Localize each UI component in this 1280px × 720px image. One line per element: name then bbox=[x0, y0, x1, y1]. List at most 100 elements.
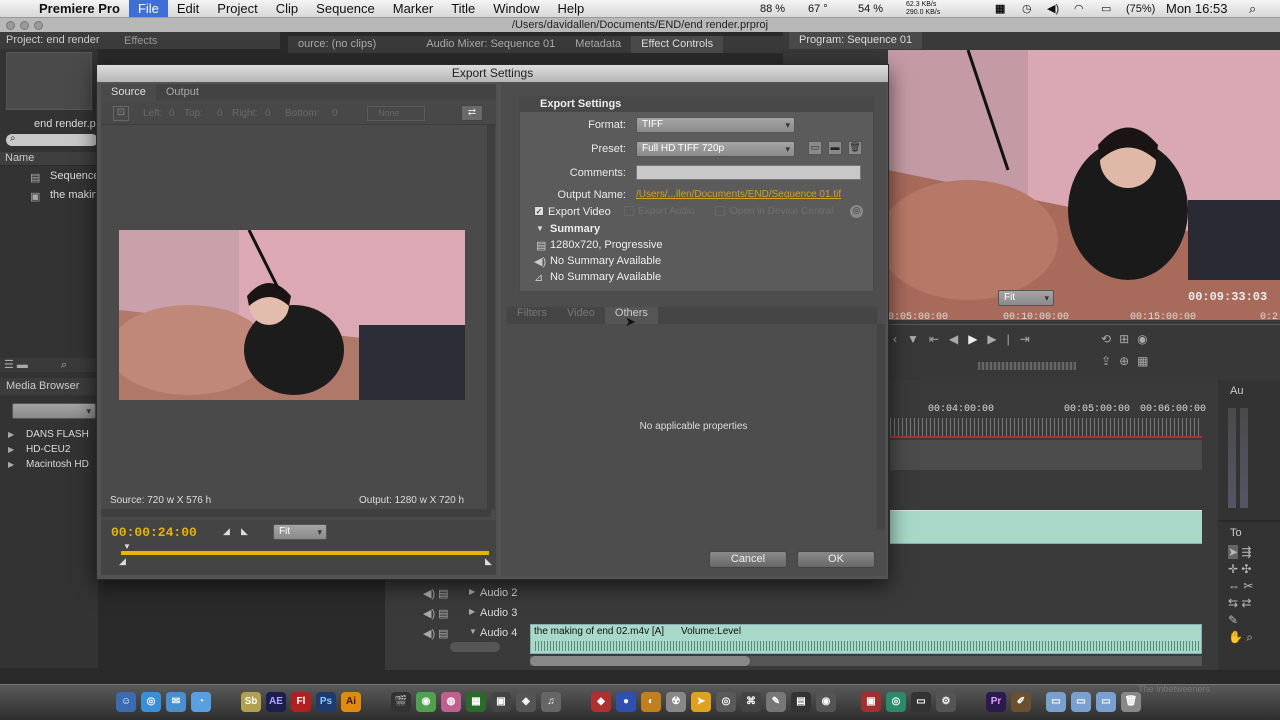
ok-button[interactable]: OK bbox=[797, 551, 875, 568]
menu-title[interactable]: Title bbox=[442, 0, 484, 17]
out-point-handle[interactable]: ◣ bbox=[485, 556, 492, 567]
import-preset-icon[interactable]: ▬ bbox=[828, 141, 842, 155]
audio-clip-upper[interactable] bbox=[890, 510, 1202, 544]
slide-icon[interactable]: ⇄ bbox=[1241, 596, 1251, 610]
step-back-icon[interactable]: ⇤ bbox=[929, 332, 949, 346]
preview-hscrollbar[interactable] bbox=[101, 509, 491, 517]
device-central-icon[interactable]: ◎ bbox=[850, 205, 863, 218]
dock-app-sb[interactable]: Sb bbox=[241, 692, 261, 712]
app-icon[interactable]: ◎ bbox=[716, 692, 736, 712]
list-view-icon[interactable]: ☰ ▬ bbox=[0, 359, 28, 371]
play-icon[interactable]: ▶ bbox=[968, 332, 987, 346]
app-icon[interactable]: ◉ bbox=[816, 692, 836, 712]
tab-source[interactable]: Source bbox=[101, 84, 156, 101]
app-icon[interactable]: ✐ bbox=[1011, 692, 1031, 712]
cancel-button[interactable]: Cancel bbox=[709, 551, 787, 568]
volume-icon[interactable]: ◀) bbox=[1047, 0, 1059, 18]
export-video-checkbox[interactable]: ✓ bbox=[534, 206, 544, 216]
mark-in-icon[interactable]: ‹ bbox=[893, 332, 907, 346]
menu-clip[interactable]: Clip bbox=[267, 0, 307, 17]
terminal-icon[interactable]: ▭ bbox=[911, 692, 931, 712]
tab-program[interactable]: Program: Sequence 01 bbox=[789, 32, 923, 49]
scrollbar-thumb[interactable] bbox=[530, 656, 750, 666]
app-icon[interactable]: ⚙ bbox=[936, 692, 956, 712]
final-cut-icon[interactable]: 🎬 bbox=[391, 692, 411, 712]
app-icon[interactable]: ◐ bbox=[641, 692, 661, 712]
compressor-icon[interactable]: ▣ bbox=[491, 692, 511, 712]
marker-icon[interactable]: ▼ bbox=[907, 332, 929, 346]
close-window-icon[interactable] bbox=[6, 21, 15, 30]
app-icon[interactable]: ⌘ bbox=[741, 692, 761, 712]
program-timecode[interactable]: 00:09:33:03 bbox=[1188, 290, 1267, 304]
expand-arrow-icon[interactable]: ▶ bbox=[8, 460, 14, 469]
collapse-arrow-icon[interactable]: ▼ bbox=[536, 224, 544, 233]
clip-property-dropdown[interactable]: Volume:Level bbox=[681, 626, 741, 637]
tab-audio-mixer[interactable]: Audio Mixer: Sequence 01 bbox=[386, 36, 565, 53]
find-icon[interactable]: ⌕ bbox=[31, 359, 67, 371]
output-name-link[interactable]: /Users/...llen/Documents/END/Sequence 01… bbox=[636, 189, 841, 200]
project-column-header[interactable]: Name bbox=[0, 152, 98, 166]
app-icon[interactable]: ◆ bbox=[591, 692, 611, 712]
open-device-central-checkbox[interactable] bbox=[715, 206, 725, 216]
export-fit-dropdown[interactable]: Fit bbox=[273, 524, 327, 540]
app-icon[interactable]: ☢ bbox=[666, 692, 686, 712]
go-to-out-icon[interactable]: ⇥ bbox=[1020, 332, 1040, 346]
drive-item[interactable]: DANS FLASH bbox=[26, 429, 89, 440]
timeline-ruler[interactable]: 00:04:00:00 00:05:00:00 00:06:00:00 bbox=[890, 396, 1206, 416]
playhead-icon[interactable]: ▼ bbox=[123, 542, 131, 551]
app-icon[interactable]: ● bbox=[616, 692, 636, 712]
wifi-icon[interactable]: ◠ bbox=[1074, 0, 1084, 18]
tab-filters[interactable]: Filters bbox=[507, 307, 557, 324]
menu-file[interactable]: File bbox=[128, 0, 168, 17]
tab-metadata[interactable]: Metadata bbox=[565, 36, 631, 53]
crop-icon[interactable]: ⊡ bbox=[113, 106, 129, 121]
settings-scrollbar[interactable] bbox=[877, 324, 885, 529]
collapse-arrow-icon[interactable]: ▼ bbox=[469, 627, 477, 636]
work-area-bar[interactable] bbox=[121, 551, 489, 555]
speaker-icon[interactable]: ◀) ▤ bbox=[423, 587, 449, 600]
folder-icon[interactable]: ▭ bbox=[1046, 692, 1066, 712]
set-out-point-icon[interactable]: ◣ bbox=[241, 526, 248, 537]
tab-project[interactable]: Project: end render bbox=[6, 32, 100, 49]
in-point-handle[interactable]: ◢ bbox=[119, 556, 126, 567]
motion-icon[interactable]: ◉ bbox=[416, 692, 436, 712]
lift-icon[interactable]: ⇪ bbox=[1101, 354, 1119, 368]
comments-input[interactable] bbox=[636, 165, 861, 180]
zoom-icon[interactable]: ⌕ bbox=[1246, 630, 1253, 644]
folder-icon[interactable]: ▭ bbox=[1096, 692, 1116, 712]
dock-app-fl[interactable]: Fl bbox=[291, 692, 311, 712]
mail-icon[interactable]: ✉ bbox=[166, 692, 186, 712]
timeline-scrollbar[interactable] bbox=[530, 656, 1202, 666]
speaker-icon[interactable]: ◀) ▤ bbox=[423, 607, 449, 620]
grid-icon[interactable]: ▦ bbox=[995, 0, 1005, 18]
tab-effects[interactable]: Effects bbox=[124, 35, 157, 47]
media-browser-title[interactable]: Media Browser bbox=[0, 378, 98, 395]
speaker-icon[interactable]: ◀) ▤ bbox=[423, 627, 449, 640]
save-preset-icon[interactable]: ▭ bbox=[808, 141, 822, 155]
menu-window[interactable]: Window bbox=[484, 0, 548, 17]
crop-right-value[interactable]: 0 bbox=[265, 108, 271, 119]
output-icon[interactable]: ◉ bbox=[1137, 332, 1155, 346]
crop-left-value[interactable]: 0 bbox=[169, 108, 175, 119]
app-icon[interactable]: ▤ bbox=[791, 692, 811, 712]
menu-sequence[interactable]: Sequence bbox=[307, 0, 384, 17]
project-item-sequence[interactable]: Sequence bbox=[50, 170, 100, 182]
app-icon[interactable]: ➤ bbox=[691, 692, 711, 712]
ripple-edit-icon[interactable]: ✛ bbox=[1228, 562, 1238, 576]
preview-vscrollbar[interactable] bbox=[487, 125, 495, 510]
finder-icon[interactable]: ☺ bbox=[116, 692, 136, 712]
set-in-point-icon[interactable]: ◢ bbox=[223, 526, 230, 537]
razor-icon[interactable]: ✂ bbox=[1243, 579, 1253, 593]
hand-icon[interactable]: ✋ bbox=[1228, 630, 1243, 644]
step-back-frame-icon[interactable]: ◀ bbox=[949, 332, 968, 346]
timeline-time-ticks[interactable] bbox=[890, 418, 1202, 438]
audio-clip-track4[interactable]: the making of end 02.m4v [A] Volume:Leve… bbox=[530, 624, 1202, 654]
track-slider[interactable] bbox=[450, 642, 500, 652]
trim-icon[interactable]: ⊕ bbox=[1119, 354, 1137, 368]
expand-arrow-icon[interactable]: ▶ bbox=[469, 607, 475, 616]
dock-app-ae[interactable]: AE bbox=[266, 692, 286, 712]
project-search-input[interactable] bbox=[6, 134, 98, 146]
folder-icon[interactable]: ▭ bbox=[1071, 692, 1091, 712]
spotlight-icon[interactable]: ⌕ bbox=[1249, 0, 1256, 18]
time-machine-icon[interactable]: ◷ bbox=[1022, 0, 1032, 18]
